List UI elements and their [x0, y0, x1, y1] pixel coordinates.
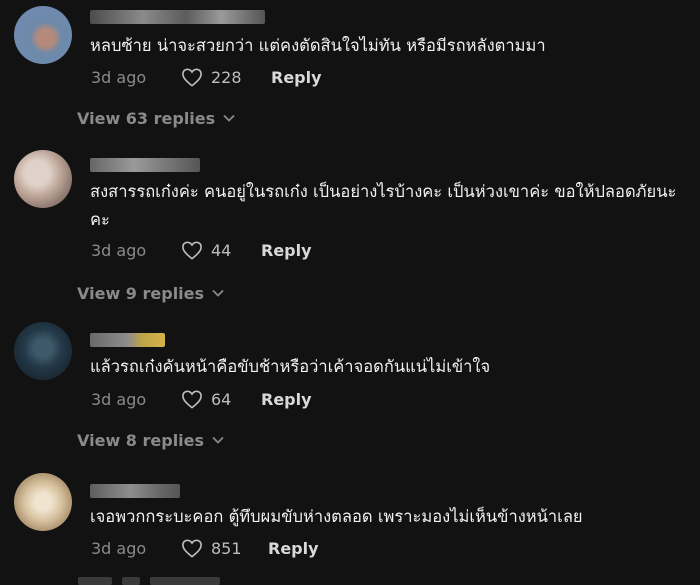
- comment-meta: 3d ago 44 Reply: [91, 238, 312, 262]
- reply-button[interactable]: Reply: [261, 390, 312, 409]
- like-button[interactable]: 64: [181, 389, 261, 409]
- view-replies-label: View 8 replies: [77, 430, 205, 450]
- partial-text-fragment: [150, 577, 220, 585]
- view-replies-label: View 9 replies: [77, 283, 205, 303]
- chevron-down-icon: [212, 436, 224, 444]
- username-blurred[interactable]: [90, 158, 200, 172]
- like-count: 228: [211, 67, 242, 87]
- view-replies-button[interactable]: View 63 replies: [77, 106, 235, 130]
- chevron-down-icon: [212, 289, 224, 297]
- heart-outline-icon: [182, 68, 202, 87]
- comment-text: แล้วรถเก๋งคันหน้าคือขับช้าหรือว่าเค้าจอด…: [90, 357, 491, 376]
- like-count: 44: [211, 240, 232, 260]
- comment-text: สงสารรถเก๋งค่ะ คนอยู่ในรถเก๋ง เป็นอย่างไ…: [90, 182, 677, 229]
- comment-meta: 3d ago 64 Reply: [91, 387, 312, 411]
- next-view-replies-partial[interactable]: [78, 577, 220, 585]
- reply-button[interactable]: Reply: [271, 68, 322, 87]
- comment-time: 3d ago: [91, 67, 147, 87]
- avatar[interactable]: [14, 322, 72, 380]
- avatar[interactable]: [14, 473, 72, 531]
- like-button[interactable]: 44: [181, 240, 261, 260]
- heart-outline-icon: [182, 539, 202, 558]
- like-button[interactable]: 228: [181, 67, 271, 87]
- partial-text-fragment: [78, 577, 112, 585]
- username-blurred[interactable]: [90, 333, 165, 347]
- reply-button[interactable]: Reply: [268, 539, 319, 558]
- username-blurred[interactable]: [90, 484, 180, 498]
- heart-outline-icon: [182, 390, 202, 409]
- avatar[interactable]: [14, 6, 72, 64]
- view-replies-button[interactable]: View 9 replies: [77, 281, 224, 305]
- avatar[interactable]: [14, 150, 72, 208]
- view-replies-button[interactable]: View 8 replies: [77, 428, 224, 452]
- like-count: 851: [211, 538, 242, 558]
- comment-text: เจอพวกกระบะคอก ตู้ทึบผมขับห่างตลอด เพราะ…: [90, 507, 583, 526]
- comment-time: 3d ago: [91, 389, 147, 409]
- like-button[interactable]: 851: [181, 538, 268, 558]
- reply-button[interactable]: Reply: [261, 241, 312, 260]
- comment-text: หลบซ้าย น่าจะสวยกว่า แต่คงตัดสินใจไม่ทัน…: [90, 36, 546, 55]
- view-replies-label: View 63 replies: [77, 108, 216, 128]
- comment-meta: 3d ago 228 Reply: [91, 65, 322, 89]
- heart-outline-icon: [182, 241, 202, 260]
- like-count: 64: [211, 389, 232, 409]
- comment-time: 3d ago: [91, 240, 147, 260]
- chevron-down-icon: [223, 114, 235, 122]
- partial-text-fragment: [122, 577, 140, 585]
- comment-time: 3d ago: [91, 538, 147, 558]
- username-blurred[interactable]: [90, 10, 265, 24]
- comment-meta: 3d ago 851 Reply: [91, 536, 319, 560]
